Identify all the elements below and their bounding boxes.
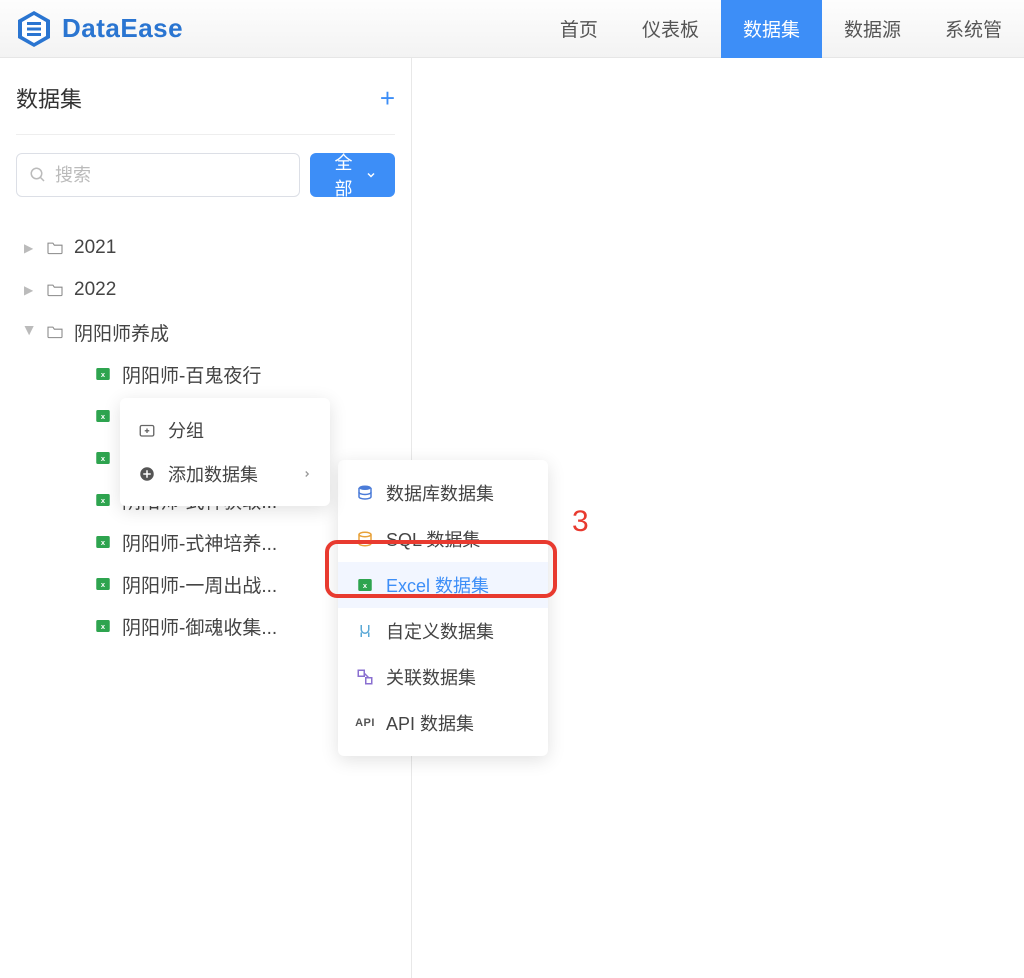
sql-icon xyxy=(356,530,374,548)
tree-item-label: 阴阳师-一周出战... xyxy=(122,571,277,598)
plus-circle-icon xyxy=(138,465,156,483)
menu-item-label: 添加数据集 xyxy=(168,461,258,487)
folder-icon xyxy=(46,325,64,339)
excel-icon: x xyxy=(94,533,112,551)
submenu-item-label: 关联数据集 xyxy=(386,664,476,690)
excel-icon: x xyxy=(94,407,112,425)
submenu-item-label: API 数据集 xyxy=(386,710,474,736)
search-icon xyxy=(29,166,47,184)
filter-all-button[interactable]: 全部 xyxy=(310,153,395,197)
menu-item-label: 分组 xyxy=(168,417,204,443)
search-box[interactable] xyxy=(16,153,300,197)
caret-down-icon: ▶ xyxy=(23,326,37,338)
nav-system[interactable]: 系统管 xyxy=(923,0,1024,58)
search-input[interactable] xyxy=(55,165,287,186)
tree-item[interactable]: x 阴阳师-百鬼夜行 xyxy=(16,353,395,395)
brand-text: DataEase xyxy=(62,13,183,44)
submenu-item-label: 自定义数据集 xyxy=(386,618,494,644)
submenu-add-dataset: 数据库数据集 SQL 数据集 x Excel 数据集 自定义数据集 关联数据集 … xyxy=(338,460,548,756)
context-menu: 分组 添加数据集 xyxy=(120,398,330,506)
tree-folder-yinyangshi[interactable]: ▶ 阴阳师养成 xyxy=(16,311,395,353)
menu-item-add-dataset[interactable]: 添加数据集 xyxy=(120,452,330,496)
tree-folder-label: 2021 xyxy=(74,237,116,259)
nav-dataset[interactable]: 数据集 xyxy=(721,0,822,58)
excel-icon: x xyxy=(94,617,112,635)
submenu-item-sql[interactable]: SQL 数据集 xyxy=(338,516,548,562)
relation-icon xyxy=(356,668,374,686)
database-icon xyxy=(356,484,374,502)
add-button[interactable]: + xyxy=(380,83,395,114)
custom-icon xyxy=(356,622,374,640)
excel-icon: x xyxy=(356,576,374,594)
menu-item-group[interactable]: 分组 xyxy=(120,408,330,452)
api-icon: API xyxy=(356,714,374,732)
tree-item-label: 阴阳师-式神培养... xyxy=(122,529,277,556)
submenu-item-database[interactable]: 数据库数据集 xyxy=(338,470,548,516)
nav-home[interactable]: 首页 xyxy=(538,0,620,58)
excel-icon: x xyxy=(94,491,112,509)
excel-icon: x xyxy=(94,449,112,467)
folder-plus-icon xyxy=(138,421,156,439)
logo-icon xyxy=(14,9,54,49)
top-nav: DataEase 首页 仪表板 数据集 数据源 系统管 xyxy=(0,0,1024,58)
excel-icon: x xyxy=(94,575,112,593)
submenu-item-relation[interactable]: 关联数据集 xyxy=(338,654,548,700)
submenu-item-excel[interactable]: x Excel 数据集 xyxy=(338,562,548,608)
tree-item-label: 阴阳师-御魂收集... xyxy=(122,613,277,640)
submenu-item-label: Excel 数据集 xyxy=(386,572,489,598)
sidebar-title: 数据集 xyxy=(16,82,82,114)
chevron-right-icon xyxy=(302,467,312,481)
caret-right-icon: ▶ xyxy=(24,241,36,255)
tree-folder-label: 阴阳师养成 xyxy=(74,319,169,346)
tree-folder-2022[interactable]: ▶ 2022 xyxy=(16,269,395,311)
nav-datasource[interactable]: 数据源 xyxy=(822,0,923,58)
nav-dashboard[interactable]: 仪表板 xyxy=(620,0,721,58)
brand-logo[interactable]: DataEase xyxy=(0,9,183,49)
chevron-down-icon xyxy=(365,169,377,181)
filter-all-label: 全部 xyxy=(328,149,359,201)
tree-folder-2021[interactable]: ▶ 2021 xyxy=(16,227,395,269)
submenu-item-api[interactable]: API API 数据集 xyxy=(338,700,548,746)
excel-icon: x xyxy=(94,365,112,383)
folder-icon xyxy=(46,283,64,297)
divider xyxy=(16,134,395,135)
tree-folder-label: 2022 xyxy=(74,279,116,301)
submenu-item-label: SQL 数据集 xyxy=(386,526,480,552)
submenu-item-custom[interactable]: 自定义数据集 xyxy=(338,608,548,654)
folder-icon xyxy=(46,241,64,255)
tree-item-label: 阴阳师-百鬼夜行 xyxy=(122,361,261,388)
submenu-item-label: 数据库数据集 xyxy=(386,480,494,506)
caret-right-icon: ▶ xyxy=(24,283,36,297)
